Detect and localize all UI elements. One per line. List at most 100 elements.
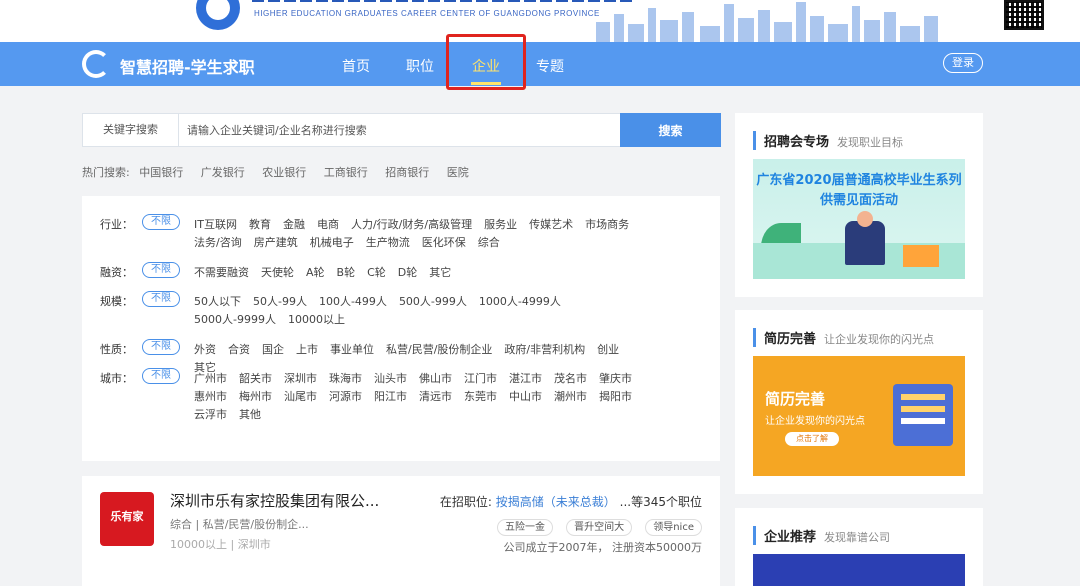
filter-option[interactable]: 天使轮 bbox=[261, 264, 294, 282]
filter-option[interactable]: 服务业 bbox=[484, 216, 517, 234]
nav-jobs[interactable]: 职位 bbox=[406, 56, 434, 76]
filter-option[interactable]: 其他 bbox=[239, 406, 261, 424]
hot-search-link[interactable]: 招商银行 bbox=[385, 166, 429, 179]
filter-any-button[interactable]: 不限 bbox=[142, 214, 180, 230]
filter-option[interactable]: 揭阳市 bbox=[599, 388, 632, 406]
company-card[interactable]: 乐有家 深圳市乐有家控股集团有限公... 综合 | 私营/民营/股份制企... … bbox=[82, 476, 720, 586]
filter-option[interactable]: 生产物流 bbox=[366, 234, 410, 252]
filter-any-button[interactable]: 不限 bbox=[142, 368, 180, 384]
search-button[interactable]: 搜索 bbox=[620, 113, 721, 147]
company-search-bar: 关键字搜索 搜索 bbox=[82, 113, 721, 147]
company-tag: 领导nice bbox=[645, 519, 702, 536]
filter-option[interactable]: 湛江市 bbox=[509, 370, 542, 388]
filter-option[interactable]: 10000以上 bbox=[288, 311, 345, 329]
filter-any-button[interactable]: 不限 bbox=[142, 291, 180, 307]
filter-option[interactable]: 外资 bbox=[194, 341, 216, 359]
job-fair-banner[interactable]: 广东省2020届普通高校毕业生系列供需见面活动 bbox=[753, 159, 965, 279]
filter-option[interactable]: 市场商务 bbox=[585, 216, 629, 234]
hot-search-link[interactable]: 工商银行 bbox=[324, 166, 368, 179]
filter-option[interactable]: 综合 bbox=[478, 234, 500, 252]
filter-option[interactable]: 茂名市 bbox=[554, 370, 587, 388]
hot-search-link[interactable]: 广发银行 bbox=[201, 166, 245, 179]
filter-option[interactable]: 珠海市 bbox=[329, 370, 362, 388]
company-logo[interactable]: 乐有家 bbox=[100, 492, 154, 546]
filter-option[interactable]: 1000人-4999人 bbox=[479, 293, 561, 311]
filter-option[interactable]: 50人以下 bbox=[194, 293, 241, 311]
filter-option[interactable]: 房产建筑 bbox=[254, 234, 298, 252]
filter-option[interactable]: 合资 bbox=[228, 341, 250, 359]
resume-banner[interactable]: 简历完善 让企业发现你的闪光点 点击了解 bbox=[753, 356, 965, 476]
filter-option[interactable]: 传媒艺术 bbox=[529, 216, 573, 234]
books-illustration bbox=[903, 245, 939, 267]
filter-option[interactable]: 法务/咨询 bbox=[194, 234, 242, 252]
filter-option[interactable]: B轮 bbox=[337, 264, 356, 282]
section-title: 招聘会专场 bbox=[764, 135, 830, 150]
filter-option[interactable]: 机械电子 bbox=[310, 234, 354, 252]
student-illustration bbox=[845, 221, 885, 265]
filter-option[interactable]: 上市 bbox=[296, 341, 318, 359]
site-brand[interactable]: 智慧招聘-学生求职 bbox=[120, 54, 255, 78]
filter-option[interactable]: 事业单位 bbox=[330, 341, 374, 359]
filter-option[interactable]: 50人-99人 bbox=[253, 293, 307, 311]
filter-option[interactable]: D轮 bbox=[398, 264, 417, 282]
filter-option[interactable]: 政府/非营利机构 bbox=[504, 341, 585, 359]
filter-any-button[interactable]: 不限 bbox=[142, 262, 180, 278]
section-subtitle: 发现靠谱公司 bbox=[824, 531, 891, 544]
filter-option[interactable]: 私营/民营/股份制企业 bbox=[386, 341, 492, 359]
hot-search-link[interactable]: 农业银行 bbox=[262, 166, 306, 179]
qr-code-icon bbox=[1004, 0, 1044, 30]
filter-option[interactable]: 500人-999人 bbox=[399, 293, 467, 311]
filter-option[interactable]: 国企 bbox=[262, 341, 284, 359]
hot-search-link[interactable]: 医院 bbox=[447, 166, 469, 179]
filter-option[interactable]: 创业 bbox=[597, 341, 619, 359]
company-name[interactable]: 深圳市乐有家控股集团有限公... bbox=[170, 490, 379, 511]
section-header: 招聘会专场 发现职业目标 bbox=[753, 131, 903, 150]
search-label: 关键字搜索 bbox=[83, 114, 179, 146]
resume-learn-more-button[interactable]: 点击了解 bbox=[785, 432, 839, 446]
filter-option[interactable]: 惠州市 bbox=[194, 388, 227, 406]
filter-options: 广州市 韶关市 深圳市 珠海市 汕头市 佛山市 江门市 湛江市 茂名市 肇庆市惠州市 梅州市 汕尾市河… bbox=[194, 370, 664, 424]
filter-option[interactable]: 金融 bbox=[283, 216, 305, 234]
filter-option[interactable]: 5000人-9999人 bbox=[194, 311, 276, 329]
filter-option[interactable]: 汕头市 bbox=[374, 370, 407, 388]
company-tag: 晋升空间大 bbox=[566, 519, 633, 536]
filter-option[interactable]: C轮 bbox=[367, 264, 386, 282]
filter-option[interactable]: 东莞市 bbox=[464, 388, 497, 406]
filter-option[interactable]: 云浮市 bbox=[194, 406, 227, 424]
filter-any-button[interactable]: 不限 bbox=[142, 339, 180, 355]
filter-option[interactable]: 汕尾市 bbox=[284, 388, 317, 406]
company-tags: 五险一金 晋升空间大 领导nice bbox=[489, 515, 702, 536]
filter-option[interactable]: 广州市 bbox=[194, 370, 227, 388]
nav-topics[interactable]: 专题 bbox=[536, 56, 564, 76]
filter-option[interactable]: 河源市 bbox=[329, 388, 362, 406]
filter-option[interactable]: 深圳市 bbox=[284, 370, 317, 388]
filter-option[interactable]: 潮州市 bbox=[554, 388, 587, 406]
filter-option[interactable]: 不需要融资 bbox=[194, 264, 249, 282]
filter-option[interactable]: 江门市 bbox=[464, 370, 497, 388]
filter-option[interactable]: 阳江市 bbox=[374, 388, 407, 406]
filter-option[interactable]: 医化环保 bbox=[422, 234, 466, 252]
filter-option[interactable]: 教育 bbox=[249, 216, 271, 234]
filter-options: IT互联网 教育 金融 电商 人力/行政/财务/高级管理 服务业 传媒艺术 市场商务法务/咨询… bbox=[194, 216, 664, 252]
filter-option[interactable]: 中山市 bbox=[509, 388, 542, 406]
filter-option[interactable]: 人力/行政/财务/高级管理 bbox=[351, 216, 472, 234]
filter-option[interactable]: 清远市 bbox=[419, 388, 452, 406]
filter-option[interactable]: 佛山市 bbox=[419, 370, 452, 388]
nav-home[interactable]: 首页 bbox=[342, 56, 370, 76]
filter-option[interactable]: 100人-499人 bbox=[319, 293, 387, 311]
search-input[interactable] bbox=[187, 114, 617, 146]
filter-option[interactable]: 韶关市 bbox=[239, 370, 272, 388]
filter-option[interactable]: A轮 bbox=[306, 264, 325, 282]
section-header: 企业推荐 发现靠谱公司 bbox=[753, 526, 890, 545]
open-job-link[interactable]: 按揭高储（未来总裁） bbox=[496, 495, 616, 509]
filter-option[interactable]: 电商 bbox=[317, 216, 339, 234]
hot-search-link[interactable]: 中国银行 bbox=[139, 166, 183, 179]
company-open-jobs: 在招职位: 按揭高储（未来总裁） ...等345个职位 bbox=[440, 493, 702, 510]
login-button[interactable]: 登录 bbox=[943, 53, 983, 73]
filter-option[interactable]: 其它 bbox=[429, 264, 451, 282]
filter-option[interactable]: IT互联网 bbox=[194, 216, 237, 234]
section-header: 简历完善 让企业发现你的闪光点 bbox=[753, 328, 934, 347]
company-recommend-banner[interactable] bbox=[753, 554, 965, 586]
filter-option[interactable]: 肇庆市 bbox=[599, 370, 632, 388]
filter-option[interactable]: 梅州市 bbox=[239, 388, 272, 406]
